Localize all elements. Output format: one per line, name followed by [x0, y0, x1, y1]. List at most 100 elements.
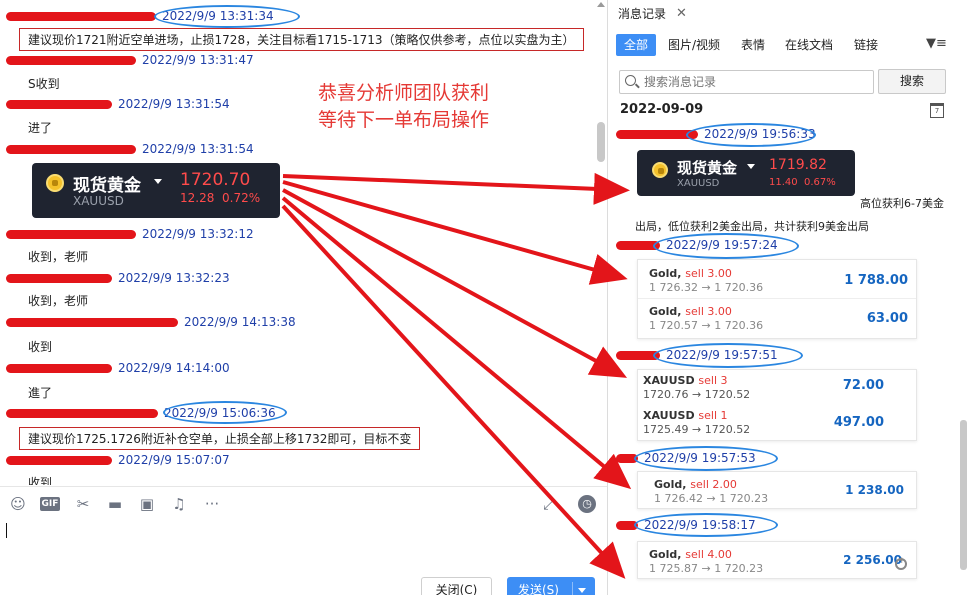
trade-divider — [638, 298, 916, 299]
message-time: 2022/9/9 13:31:54 — [142, 142, 254, 156]
search-input[interactable] — [644, 73, 869, 91]
message-list[interactable]: 2022/9/9 13:31:34 建议现价1721附近空单进场，止损1728，… — [0, 0, 594, 485]
gold-quote-card[interactable]: 现货黄金 XAUUSD 1719.82 11.40 0.67% — [637, 150, 855, 196]
quote-change-pct: 0.67% — [804, 177, 836, 188]
quote-change-value: 12.28 — [180, 191, 215, 205]
highlight-ring — [634, 513, 778, 537]
calendar-icon[interactable]: 7 — [930, 103, 944, 118]
trade-prices: 1 726.42 → 1 720.23 — [654, 492, 769, 505]
scroll-up-icon[interactable] — [597, 2, 605, 7]
expand-icon[interactable]: ⤢ — [540, 495, 558, 513]
filter-funnel-icon[interactable]: ▼≡ — [926, 36, 947, 51]
message-text: 收到，老师 — [28, 294, 89, 308]
close-button[interactable]: 关闭(C) — [421, 577, 492, 595]
message-header: 2022/9/9 13:32:12 — [6, 226, 254, 242]
redacted-sender — [6, 363, 112, 373]
trade-profit: 2 256.00 — [843, 553, 902, 567]
filter-docs[interactable]: 在线文档 — [785, 34, 833, 56]
message-header: 2022/9/9 13:32:23 — [6, 270, 230, 286]
gold-coin-icon — [46, 174, 64, 192]
trade-prices: 1 725.87 → 1 720.23 — [649, 562, 764, 575]
message-header: 2022/9/9 14:13:38 — [6, 314, 296, 330]
quote-price: 1720.70 — [180, 170, 251, 190]
send-label: 发送(S) — [518, 583, 559, 595]
scissors-icon[interactable]: ✂ — [74, 495, 92, 513]
chat-scrollbar[interactable] — [597, 0, 607, 485]
redacted-sender — [6, 11, 156, 21]
message-header: 2022/9/9 13:31:54 — [6, 96, 230, 112]
strategy-message: 建议现价1725.1726附近补仓空单，止损全部上移1732即可，目标不变 — [19, 427, 421, 450]
strategy-message: 建议现价1721附近空单进场，止损1728，关注目标看1715-1713（策略仅… — [19, 28, 584, 51]
search-button[interactable]: 搜索 — [878, 69, 946, 94]
redacted-sender — [6, 144, 136, 154]
highlight-ring — [686, 123, 816, 147]
redacted-sender — [6, 273, 112, 283]
trade-instrument: Gold, sell 3.00 — [649, 267, 732, 280]
more-icon[interactable]: ··· — [203, 495, 221, 513]
trade-prices: 1720.76 → 1720.52 — [643, 388, 751, 401]
compose-toolbar: ☺ GIF ✂ ▬ ▣ ♫ ··· ⤢ ◷ — [0, 486, 607, 518]
promo-line: 恭喜分析师团队获利 — [318, 82, 490, 104]
filter-media[interactable]: 图片/视频 — [668, 34, 720, 56]
filter-links[interactable]: 链接 — [854, 34, 878, 56]
gold-quote-card[interactable]: 现货黄金 XAUUSD 1720.70 12.28 0.72% — [32, 163, 280, 218]
message-time: 2022/9/9 14:13:38 — [184, 315, 296, 329]
redacted-sender — [6, 455, 112, 465]
clock-icon[interactable]: ◷ — [578, 495, 596, 513]
message-history-panel: 消息记录 ✕ 全部 图片/视频 表情 在线文档 链接 ▼≡ 搜索 2022-09… — [607, 0, 970, 595]
quote-change-value: 11.40 — [769, 177, 798, 188]
history-tabbar: 消息记录 ✕ — [608, 0, 970, 28]
quote-price: 1719.82 — [769, 157, 827, 173]
message-header: 2022/9/9 15:07:07 — [6, 452, 230, 468]
message-header: 2022/9/9 13:31:54 — [6, 141, 254, 157]
history-tab-title[interactable]: 消息记录 — [608, 0, 676, 28]
promo-annotation: 恭喜分析师团队获利 等待下一单布局操作 — [318, 80, 489, 134]
search-icon — [625, 75, 636, 86]
folder-icon[interactable]: ▬ — [106, 495, 124, 513]
gif-icon[interactable]: GIF — [40, 497, 60, 511]
send-separator — [572, 582, 573, 595]
date-heading: 2022-09-09 — [620, 102, 704, 117]
search-box[interactable] — [619, 70, 874, 94]
message-time: 2022/9/9 13:32:12 — [142, 227, 254, 241]
promo-line: 等待下一单布局操作 — [318, 109, 490, 131]
message-text: 進了 — [28, 386, 53, 400]
trade-profit: 63.00 — [866, 311, 908, 326]
image-icon[interactable]: ▣ — [138, 495, 156, 513]
redacted-sender — [6, 55, 136, 65]
highlight-ring — [653, 343, 803, 368]
trade-prices: 1 726.32 → 1 720.36 — [649, 281, 764, 294]
quote-symbol: XAUUSD — [677, 178, 720, 189]
redacted-sender — [6, 317, 178, 327]
filter-stickers[interactable]: 表情 — [741, 34, 765, 56]
message-text: 收到 — [28, 340, 53, 354]
send-button[interactable]: 发送(S) — [507, 577, 595, 595]
trade-profit: 72.00 — [842, 378, 884, 393]
message-time: 2022/9/9 13:32:23 — [118, 271, 230, 285]
quote-change-pct: 0.72% — [222, 191, 261, 205]
highlight-ring — [154, 5, 300, 28]
bell-off-icon[interactable]: ♫ — [170, 495, 188, 513]
zoom-in-icon[interactable] — [895, 556, 907, 570]
message-text: 进了 — [28, 121, 53, 135]
history-scrollbar[interactable] — [960, 420, 967, 570]
highlight-ring — [653, 233, 799, 259]
filter-all[interactable]: 全部 — [616, 34, 656, 56]
trade-profit: 497.00 — [833, 415, 884, 430]
quote-name: 现货黄金 — [73, 176, 141, 196]
redacted-sender — [6, 99, 112, 109]
message-text: 收到，老师 — [28, 250, 89, 264]
chevron-down-icon[interactable] — [578, 588, 586, 593]
redacted-sender — [6, 408, 158, 418]
trade-instrument: XAUUSD sell 1 — [643, 409, 728, 422]
summary-text: 高位获利6-7美金 — [860, 197, 944, 210]
close-icon[interactable]: ✕ — [676, 6, 687, 21]
smiley-icon[interactable]: ☺ — [9, 495, 27, 513]
quote-name: 现货黄金 — [677, 159, 738, 177]
quote-symbol: XAUUSD — [73, 194, 124, 208]
trade-instrument: Gold, sell 4.00 — [649, 548, 732, 561]
chat-panel: 2022/9/9 13:31:34 建议现价1721附近空单进场，止损1728，… — [0, 0, 607, 595]
redacted-sender — [6, 229, 136, 239]
scrollbar-thumb[interactable] — [597, 122, 605, 162]
message-time: 2022/9/9 15:07:07 — [118, 453, 230, 467]
